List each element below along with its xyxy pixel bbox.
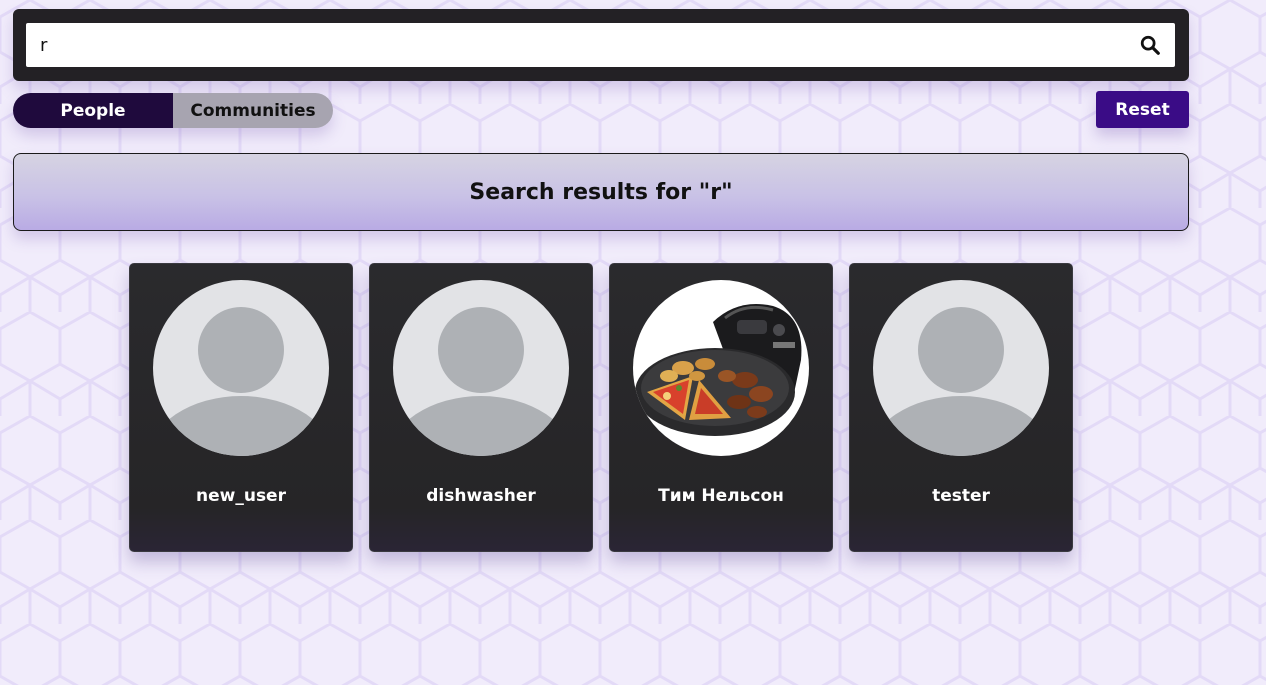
search-bar: [13, 9, 1189, 81]
reset-button[interactable]: Reset: [1096, 91, 1189, 128]
user-name: new_user: [196, 486, 286, 506]
user-card[interactable]: dishwasher: [369, 263, 593, 552]
tab-people[interactable]: People: [13, 93, 173, 128]
pizza-oven-avatar: [633, 280, 809, 456]
search-icon[interactable]: [1139, 34, 1161, 56]
user-name: tester: [932, 486, 990, 506]
search-results-header: Search results for "r": [13, 153, 1189, 231]
search-results-title: Search results for "r": [469, 179, 733, 205]
user-card[interactable]: new_user: [129, 263, 353, 552]
default-avatar-icon: [873, 280, 1049, 456]
user-name: Тим Нельсон: [658, 486, 784, 506]
default-avatar-icon: [153, 280, 329, 456]
search-input[interactable]: [26, 23, 1126, 67]
user-card[interactable]: Тим Нельсон: [609, 263, 833, 552]
default-avatar-icon: [393, 280, 569, 456]
tab-communities[interactable]: Communities: [173, 93, 333, 128]
user-card[interactable]: tester: [849, 263, 1073, 552]
user-name: dishwasher: [426, 486, 536, 506]
search-input-container[interactable]: [26, 23, 1175, 67]
search-type-toggle: People Communities: [13, 93, 333, 128]
